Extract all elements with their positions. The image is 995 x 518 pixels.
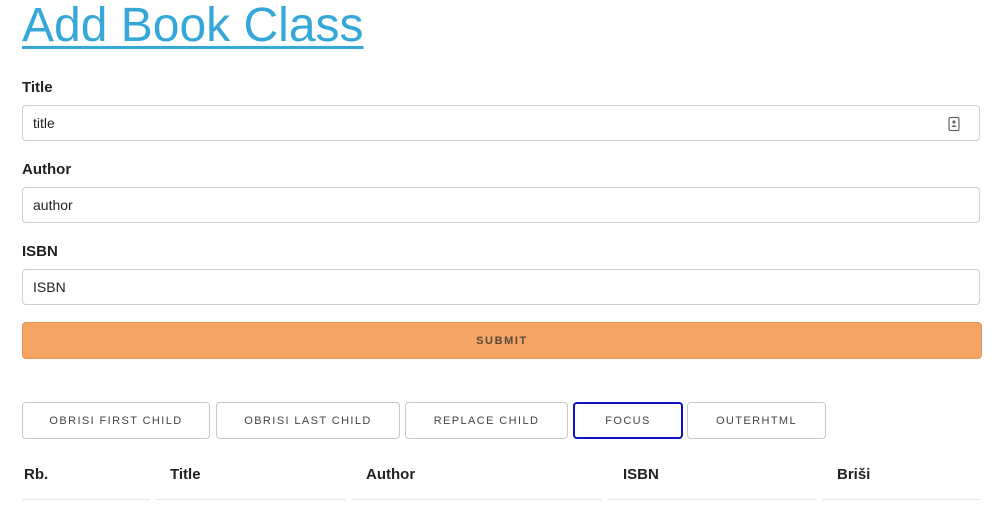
column-header-title: Title: [170, 466, 201, 483]
isbn-label: ISBN: [22, 243, 58, 260]
remove-last-child-button[interactable]: OBRISI LAST CHILD: [216, 402, 400, 439]
author-input[interactable]: [22, 187, 980, 223]
column-header-author: Author: [366, 466, 416, 483]
focus-button[interactable]: FOCUS: [573, 402, 683, 439]
remove-first-child-button[interactable]: OBRISI FIRST CHILD: [22, 402, 210, 439]
header-divider: [822, 499, 980, 500]
header-divider: [352, 499, 602, 500]
title-input[interactable]: [22, 105, 980, 141]
header-divider: [156, 499, 346, 500]
isbn-input[interactable]: [22, 269, 980, 305]
header-divider: [608, 499, 816, 500]
contact-card-icon[interactable]: [946, 116, 962, 132]
replace-child-button[interactable]: REPLACE CHILD: [405, 402, 568, 439]
author-label: Author: [22, 161, 72, 178]
page-title[interactable]: Add Book Class: [22, 0, 364, 54]
submit-button[interactable]: SUBMIT: [22, 322, 982, 359]
column-header-isbn: ISBN: [623, 466, 659, 483]
outerhtml-button[interactable]: OUTERHTML: [687, 402, 826, 439]
column-header-delete: Briši: [837, 466, 871, 483]
header-divider: [22, 499, 150, 500]
column-header-rb: Rb.: [24, 466, 49, 483]
title-label: Title: [22, 79, 53, 96]
